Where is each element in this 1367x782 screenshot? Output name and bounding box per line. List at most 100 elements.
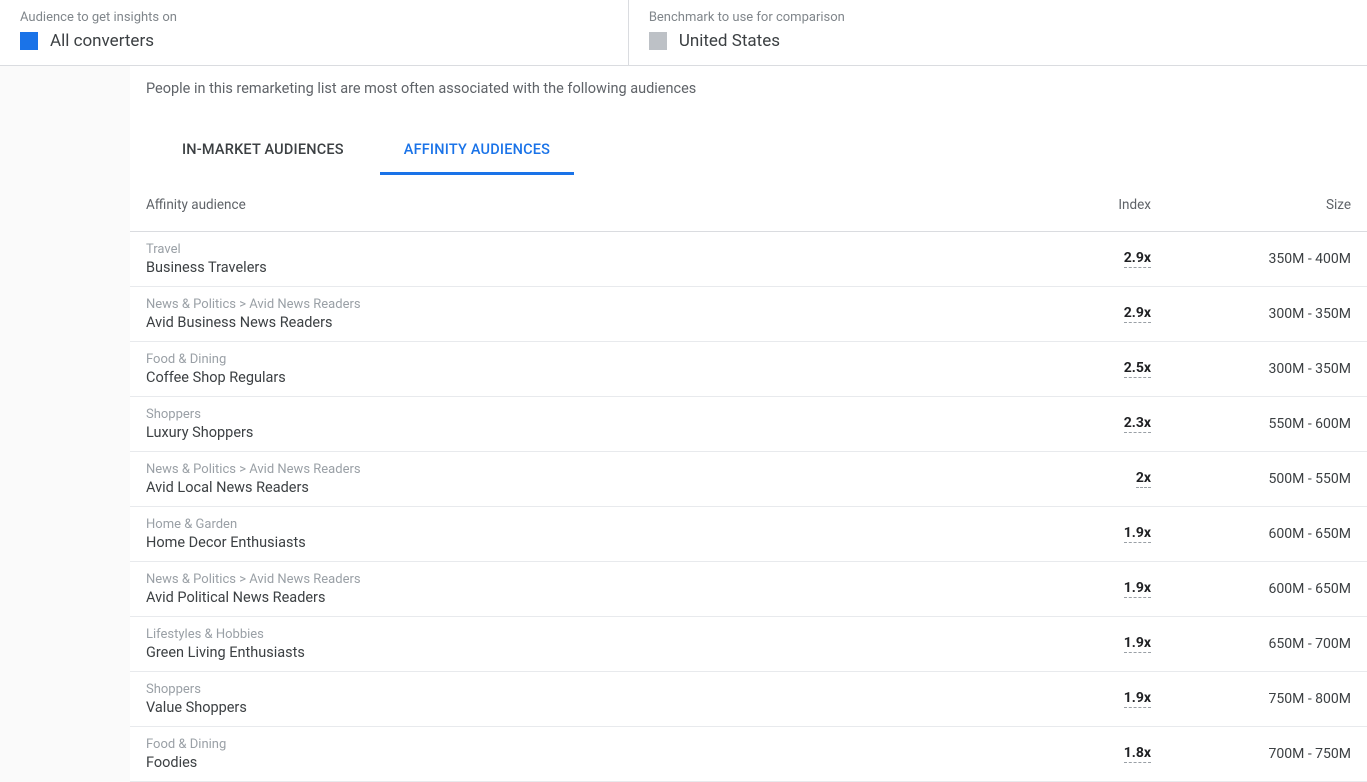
size-value: 600M - 650M [1269,581,1351,597]
column-header-index[interactable]: Index [1021,197,1151,213]
size-cell: 600M - 650M [1151,526,1351,542]
audience-category: Shoppers [146,407,1021,422]
table-row[interactable]: Shoppers Luxury Shoppers 2.3x 550M - 600M [130,397,1367,452]
index-value[interactable]: 2x [1136,470,1151,488]
index-cell: 2.5x [1021,360,1151,378]
table-row[interactable]: Food & Dining Coffee Shop Regulars 2.5x 300… [130,342,1367,397]
size-cell: 650M - 700M [1151,636,1351,652]
index-value[interactable]: 1.9x [1124,525,1151,543]
insights-card: People in this remarketing list are most… [130,66,1367,782]
size-value: 350M - 400M [1269,251,1351,267]
benchmark-value-row: United States [649,31,1238,51]
audience-cell: Food & Dining Foodies [146,737,1021,771]
audience-cell: Shoppers Luxury Shoppers [146,407,1021,441]
audience-cell: Home & Garden Home Decor Enthusiasts [146,517,1021,551]
index-value[interactable]: 1.8x [1124,745,1151,763]
index-cell: 2x [1021,470,1151,488]
table-body: TravelBusiness Travelers 2.9x 350M - 400M N… [130,232,1367,782]
size-value: 500M - 550M [1269,471,1351,487]
audience-category: Food & Dining [146,737,1021,752]
table-row[interactable]: News & Politics > Avid News Readers Avid … [130,562,1367,617]
size-value: 700M - 750M [1269,746,1351,762]
audience-cell: Shoppers Value Shoppers [146,682,1021,716]
benchmark-label: Benchmark to use for comparison [649,10,1238,25]
size-value: 550M - 600M [1269,416,1351,432]
benchmark-selector-section[interactable]: Benchmark to use for comparison United S… [629,0,1258,65]
table-row[interactable]: News & Politics > Avid News Readers Avid … [130,287,1367,342]
audience-swatch-icon [20,32,38,50]
audience-name: Avid Political News Readers [146,589,1021,606]
index-cell: 2.9x [1021,305,1151,323]
audience-cell: News & Politics > Avid News Readers Avid … [146,462,1021,496]
size-cell: 550M - 600M [1151,416,1351,432]
table-row[interactable]: News & Politics > Avid News Readers Avid … [130,452,1367,507]
size-cell: 350M - 400M [1151,251,1351,267]
audience-cell: TravelBusiness Travelers [146,242,1021,276]
index-value[interactable]: 1.9x [1124,635,1151,653]
audience-label: Audience to get insights on [20,10,608,25]
audience-category: Food & Dining [146,352,1021,367]
table-row[interactable]: Food & Dining Foodies 1.8x 700M - 750M [130,727,1367,782]
audience-category: News & Politics > Avid News Readers [146,572,1021,587]
audience-cell: News & Politics > Avid News Readers Avid … [146,297,1021,331]
audience-category: Lifestyles & Hobbies [146,627,1021,642]
tab-affinity-audiences[interactable]: AFFINITY AUDIENCES [380,129,574,175]
audience-category: News & Politics > Avid News Readers [146,462,1021,477]
table-row[interactable]: TravelBusiness Travelers 2.9x 350M - 400M [130,232,1367,287]
size-cell: 300M - 350M [1151,361,1351,377]
table-row[interactable]: Shoppers Value Shoppers 1.9x 750M - 800M [130,672,1367,727]
table-row[interactable]: Lifestyles & Hobbies Green Living Enthusi… [130,617,1367,672]
index-value[interactable]: 2.9x [1124,305,1151,323]
size-cell: 600M - 650M [1151,581,1351,597]
benchmark-swatch-icon [649,32,667,50]
index-cell: 1.9x [1021,690,1151,708]
audience-name: Avid Local News Readers [146,479,1021,496]
audience-name: Coffee Shop Regulars [146,369,1021,386]
column-header-audience[interactable]: Affinity audience [146,197,1021,213]
audience-tabs: IN-MARKET AUDIENCES AFFINITY AUDIENCES [130,129,1367,175]
page-body: People in this remarketing list are most… [0,66,1367,782]
benchmark-value: United States [679,31,780,51]
index-cell: 2.3x [1021,415,1151,433]
audience-name: Luxury Shoppers [146,424,1021,441]
size-cell: 750M - 800M [1151,691,1351,707]
size-value: 300M - 350M [1269,306,1351,322]
index-cell: 1.9x [1021,525,1151,543]
audience-name: Value Shoppers [146,699,1021,716]
audience-name: Avid Business News Readers [146,314,1021,331]
audience-category: Travel [146,242,1021,257]
audience-selector-section[interactable]: Audience to get insights on All converte… [0,0,629,65]
intro-text: People in this remarketing list are most… [130,66,1367,105]
audience-name: Green Living Enthusiasts [146,644,1021,661]
header-bar: Audience to get insights on All converte… [0,0,1367,66]
table-header-row: Affinity audience Index Size [130,181,1367,232]
index-value[interactable]: 2.3x [1124,415,1151,433]
index-value[interactable]: 2.9x [1124,250,1151,268]
audience-name: Home Decor Enthusiasts [146,534,1021,551]
size-cell: 300M - 350M [1151,306,1351,322]
column-header-size[interactable]: Size [1151,197,1351,213]
index-value[interactable]: 1.9x [1124,690,1151,708]
tab-in-market-audiences[interactable]: IN-MARKET AUDIENCES [158,129,368,175]
table-row[interactable]: Home & Garden Home Decor Enthusiasts 1.9x 6… [130,507,1367,562]
audience-cell: Food & Dining Coffee Shop Regulars [146,352,1021,386]
audience-value-row: All converters [20,31,608,51]
index-cell: 1.9x [1021,580,1151,598]
size-value: 300M - 350M [1269,361,1351,377]
size-value: 750M - 800M [1269,691,1351,707]
index-value[interactable]: 1.9x [1124,580,1151,598]
size-value: 600M - 650M [1269,526,1351,542]
size-cell: 500M - 550M [1151,471,1351,487]
index-value[interactable]: 2.5x [1124,360,1151,378]
audience-cell: News & Politics > Avid News Readers Avid … [146,572,1021,606]
index-cell: 2.9x [1021,250,1151,268]
audience-category: News & Politics > Avid News Readers [146,297,1021,312]
index-cell: 1.8x [1021,745,1151,763]
size-cell: 700M - 750M [1151,746,1351,762]
size-value: 650M - 700M [1269,636,1351,652]
audience-value: All converters [50,31,154,51]
audience-name: Foodies [146,754,1021,771]
audience-category: Shoppers [146,682,1021,697]
audience-cell: Lifestyles & Hobbies Green Living Enthusi… [146,627,1021,661]
audience-category: Home & Garden [146,517,1021,532]
